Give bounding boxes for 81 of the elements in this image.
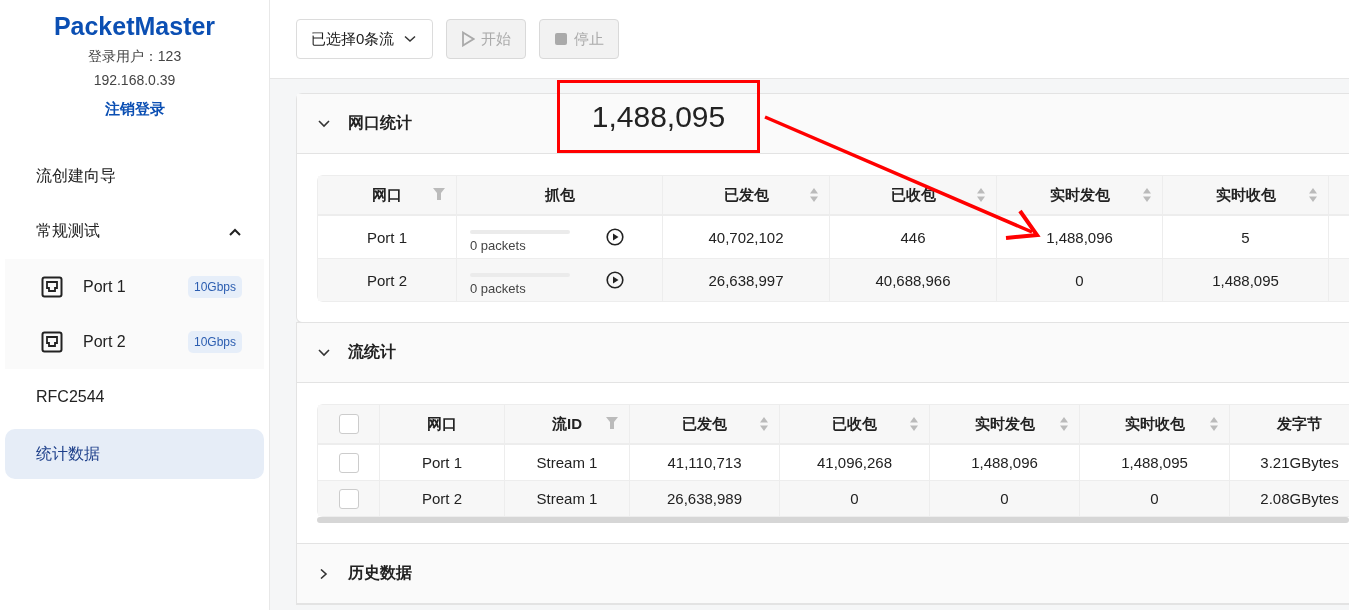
table-cell: 41,096,268 — [816, 454, 893, 471]
speed-badge: 10Gbps — [187, 330, 242, 353]
panel-title: 历史数据 — [348, 563, 412, 583]
column-header[interactable]: 抓包 — [457, 176, 663, 214]
play-circle-icon[interactable] — [606, 228, 624, 246]
nav-item[interactable]: 统计数据 — [5, 429, 264, 479]
chevron-icon — [317, 118, 331, 129]
column-header[interactable]: 实时发包 — [997, 176, 1163, 214]
caret-icon — [404, 35, 417, 43]
checkbox[interactable] — [338, 488, 359, 509]
sort-icon — [976, 187, 986, 203]
table-cell: 1,488,095 — [1212, 271, 1279, 289]
sort-icon — [759, 416, 769, 432]
table-cell: Port 2 — [367, 271, 407, 289]
table-cell: Port 1 — [422, 454, 462, 471]
column-header[interactable]: 网口 — [380, 405, 505, 443]
packet-count: 0 packets — [470, 280, 527, 296]
column-header[interactable]: 发字节 — [1230, 405, 1349, 443]
checkbox[interactable] — [338, 452, 359, 473]
ethernet-port-icon — [41, 330, 63, 353]
table-cell: 40,702,102 — [708, 228, 784, 246]
play-circle-icon[interactable] — [606, 271, 624, 289]
nav-group[interactable]: 常规测试 — [5, 204, 264, 259]
column-header[interactable]: 实时收包 — [1080, 405, 1230, 443]
speed-badge: 10Gbps — [187, 275, 242, 298]
table-cell: 1,488,095 — [1121, 454, 1188, 471]
filter-icon — [605, 416, 619, 430]
table-cell: 26,638,997 — [708, 271, 784, 289]
panel-title: 网口统计 — [348, 113, 412, 133]
table-cell: 41,110,713 — [667, 454, 742, 471]
stream-select[interactable]: 已选择0条流 — [296, 19, 434, 59]
sort-icon — [909, 416, 919, 432]
table-cell: Port 1 — [367, 228, 407, 246]
table-cell: 446 — [900, 228, 926, 246]
column-header[interactable]: 网口 — [318, 176, 457, 214]
sort-icon — [809, 187, 819, 203]
table-cell: 0 — [850, 490, 859, 507]
checkbox[interactable] — [338, 414, 359, 434]
stop-icon — [554, 32, 569, 46]
table-cell: 2.08GBytes — [1260, 490, 1339, 507]
table-cell: 5 — [1241, 228, 1250, 246]
panel-header[interactable]: 流统计 — [297, 323, 1349, 383]
table-cell: 0 — [1000, 490, 1009, 507]
sort-icon — [1209, 416, 1219, 432]
table-cell: 3.21GBytes — [1260, 454, 1339, 471]
port-nav-item[interactable]: Port 2 10Gbps — [5, 314, 264, 369]
table-cell: 0 — [1150, 490, 1159, 507]
table-cell: 1,488,096 — [1046, 228, 1113, 246]
login-user: 登录用户：123 — [87, 48, 182, 66]
table-cell: 1,488,096 — [971, 454, 1038, 471]
nav-item[interactable]: 流创建向导 — [5, 149, 264, 204]
table-cell: 0 — [1075, 271, 1084, 289]
table-cell: Port 2 — [422, 490, 462, 507]
sort-icon — [1059, 416, 1069, 432]
column-header[interactable]: 已收包 — [780, 405, 930, 443]
column-header[interactable]: 已发包 — [663, 176, 830, 214]
table-cell: 26,638,989 — [666, 490, 743, 507]
table-cell: Stream 1 — [536, 490, 598, 507]
packet-count: 0 packets — [470, 237, 527, 253]
chevron-icon — [228, 226, 242, 237]
sort-icon — [1308, 187, 1318, 203]
column-header[interactable]: 已发包 — [630, 405, 780, 443]
nav-item[interactable]: RFC2544 — [5, 369, 264, 424]
panel-header[interactable]: 历史数据 — [297, 544, 1349, 604]
column-header[interactable]: 流ID — [505, 405, 630, 443]
ip-address: 192.168.0.39 — [93, 72, 176, 88]
logout-link[interactable]: 注销登录 — [104, 100, 165, 119]
app-logo: PacketMaster — [53, 12, 216, 41]
chevron-icon — [317, 347, 331, 358]
callout-box: 1,488,095 — [557, 80, 760, 153]
table-cell: Stream 1 — [536, 454, 598, 471]
column-header[interactable]: 实时收包 — [1163, 176, 1329, 214]
sort-icon — [1142, 187, 1152, 203]
play-icon — [461, 31, 476, 47]
table-cell: 40,688,966 — [875, 271, 951, 289]
filter-icon — [432, 187, 446, 201]
panel-title: 流统计 — [348, 342, 396, 362]
port-nav-item[interactable]: Port 1 10Gbps — [5, 259, 264, 314]
column-header[interactable]: 实时发包 — [930, 405, 1080, 443]
ethernet-port-icon — [41, 275, 63, 298]
column-header[interactable]: 已收包 — [830, 176, 997, 214]
